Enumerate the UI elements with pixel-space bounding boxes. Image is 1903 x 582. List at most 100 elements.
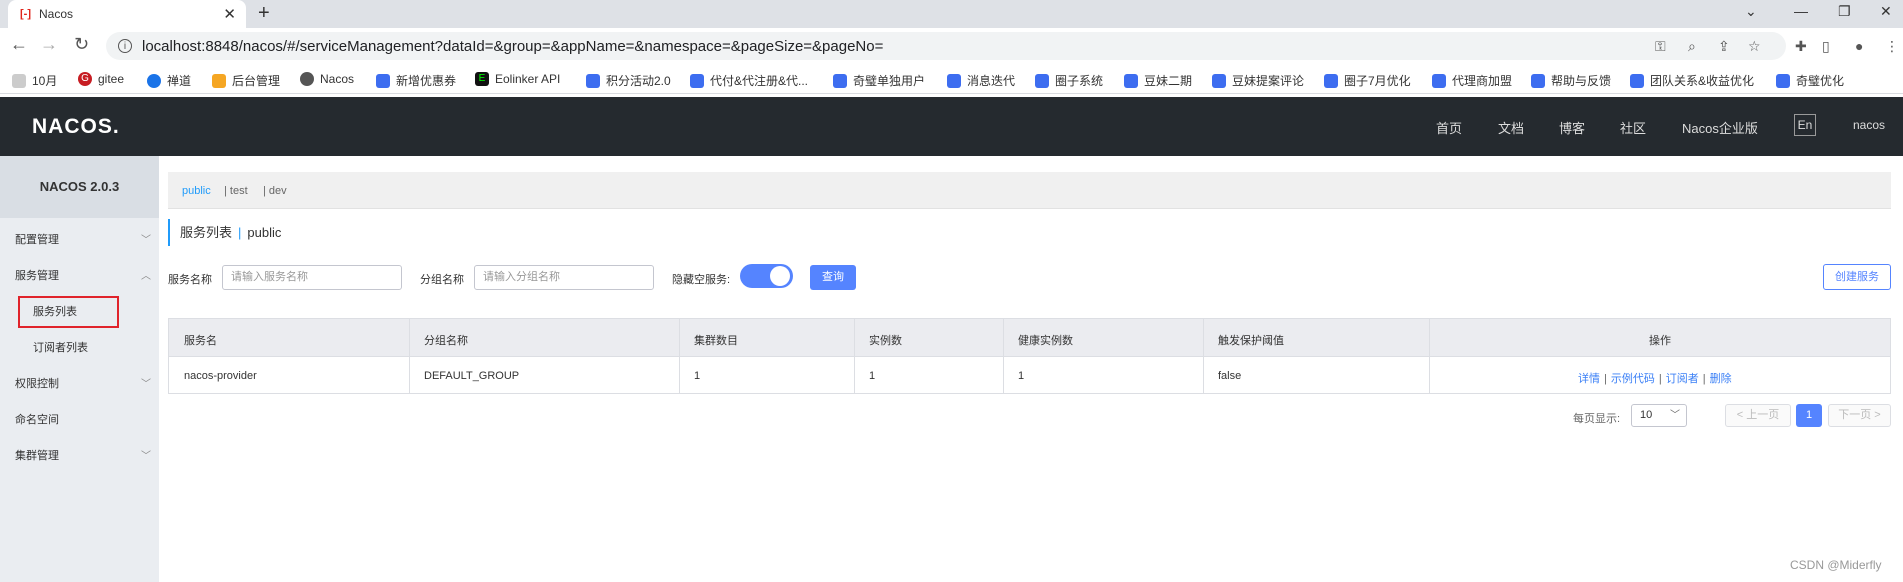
- zentao-icon: [147, 73, 161, 88]
- sidebar-item-namespace[interactable]: 命名空间: [15, 411, 59, 427]
- window-close-icon[interactable]: ✕: [1880, 3, 1892, 20]
- nav-home[interactable]: 首页: [1436, 118, 1462, 137]
- sample-code-link[interactable]: 示例代码: [1611, 373, 1655, 385]
- folder-icon: [12, 73, 26, 88]
- zoom-icon[interactable]: ⌕: [1688, 38, 1696, 55]
- restore-icon[interactable]: ❐: [1838, 3, 1851, 20]
- namespace-dev[interactable]: | dev: [263, 185, 287, 197]
- chevron-down-icon: ﹀: [141, 379, 151, 390]
- namespace-public[interactable]: public: [182, 185, 211, 197]
- profile-icon[interactable]: ●: [1855, 38, 1863, 54]
- bookmark-item[interactable]: 团队关系&收益优化: [1630, 72, 1754, 89]
- nacos-favicon-icon: [-]: [20, 8, 31, 20]
- bookmark-item[interactable]: 奇璧单独用户: [833, 72, 925, 89]
- nav-community[interactable]: 社区: [1620, 118, 1646, 137]
- globe-icon: [300, 72, 314, 86]
- page-1-button[interactable]: 1: [1796, 404, 1822, 427]
- sidebar-item-cluster[interactable]: 集群管理: [15, 447, 59, 463]
- group-name-input[interactable]: 请输入分组名称: [474, 265, 654, 290]
- col-cluster-count: 集群数目: [694, 335, 738, 347]
- bookmark-item[interactable]: 禅道: [147, 72, 191, 89]
- reload-icon[interactable]: ↻: [74, 34, 89, 55]
- address-bar[interactable]: i localhost:8848/nacos/#/serviceManageme…: [106, 32, 1786, 60]
- admin-icon: [212, 73, 226, 88]
- sidebar-item-service[interactable]: 服务管理: [15, 267, 59, 283]
- nav-blog[interactable]: 博客: [1559, 118, 1585, 137]
- back-icon[interactable]: ←: [10, 34, 28, 55]
- bookmark-item[interactable]: E Eolinker API: [475, 72, 560, 86]
- bookmark-item[interactable]: 帮助与反馈: [1531, 72, 1611, 89]
- page-icon: [1432, 73, 1446, 88]
- group-name-label: 分组名称: [420, 274, 464, 286]
- prev-page-button[interactable]: < 上一页: [1725, 404, 1791, 427]
- subscribers-link[interactable]: 订阅者: [1666, 373, 1699, 385]
- bookmarks-bar: 10月 Ggitee 禅道 后台管理 Nacos 新增优惠券 E Eolinker…: [0, 64, 1903, 94]
- col-group-name: 分组名称: [424, 335, 468, 347]
- side-panel-icon[interactable]: ▯: [1822, 38, 1830, 55]
- page-icon: [1324, 73, 1338, 88]
- bookmark-item[interactable]: 代付&代注册&代...: [690, 72, 808, 89]
- bookmark-item[interactable]: 新增优惠券: [376, 72, 456, 89]
- cell-service: nacos-provider: [184, 370, 257, 382]
- app-header: NACOS. 首页 文档 博客 社区 Nacos企业版 En nacos: [0, 97, 1903, 156]
- cell-clusters: 1: [694, 370, 701, 382]
- details-link[interactable]: 详情: [1578, 373, 1600, 385]
- bookmark-item[interactable]: 豆妹二期: [1124, 72, 1192, 89]
- nav-enterprise[interactable]: Nacos企业版: [1682, 118, 1758, 137]
- page-size-select[interactable]: 10 ﹀: [1631, 404, 1687, 427]
- hide-empty-toggle[interactable]: [740, 264, 793, 288]
- bookmark-item[interactable]: 后台管理: [212, 72, 280, 89]
- forward-icon[interactable]: →: [40, 34, 58, 55]
- new-tab-icon[interactable]: +: [258, 2, 270, 25]
- cell-protect: false: [1218, 370, 1242, 382]
- bookmark-item[interactable]: 圈子7月优化: [1324, 72, 1411, 89]
- bookmark-item[interactable]: 奇璧优化: [1776, 72, 1844, 89]
- page-icon: [690, 73, 704, 88]
- page-size-label: 每页显示:: [1573, 413, 1621, 425]
- sidebar-item-auth[interactable]: 权限控制: [15, 375, 59, 391]
- page-icon: [1630, 73, 1644, 88]
- tab-close-icon[interactable]: ✕: [223, 5, 236, 23]
- key-icon[interactable]: ⚿: [1655, 38, 1666, 55]
- create-service-button[interactable]: 创建服务: [1823, 264, 1891, 290]
- extensions-icon[interactable]: ✚: [1795, 38, 1807, 55]
- gitee-icon: G: [78, 72, 92, 86]
- sidebar-item-config[interactable]: 配置管理: [15, 231, 59, 247]
- bookmark-item[interactable]: 积分活动2.0: [586, 72, 671, 89]
- col-healthy-count: 健康实例数: [1018, 335, 1073, 347]
- namespace-test[interactable]: | test: [224, 185, 248, 197]
- bookmark-item[interactable]: 圈子系统: [1035, 72, 1103, 89]
- bookmark-item[interactable]: 10月: [12, 72, 57, 89]
- page-icon: [833, 73, 847, 88]
- chevron-down-icon: ﹀: [141, 235, 151, 246]
- bookmark-star-icon[interactable]: ☆: [1748, 38, 1761, 55]
- language-switch[interactable]: En: [1794, 114, 1816, 136]
- nacos-logo[interactable]: NACOS.: [32, 115, 120, 139]
- page-icon: [947, 73, 961, 88]
- user-name[interactable]: nacos: [1853, 118, 1885, 132]
- nav-docs[interactable]: 文档: [1498, 118, 1524, 137]
- query-button[interactable]: 查询: [810, 265, 856, 290]
- next-page-button[interactable]: 下一页 >: [1828, 404, 1891, 427]
- cell-instances: 1: [869, 370, 876, 382]
- menu-icon[interactable]: ⋮: [1885, 38, 1899, 55]
- bookmark-item[interactable]: Ggitee: [78, 72, 124, 86]
- minimize-icon[interactable]: —: [1794, 3, 1808, 19]
- delete-link[interactable]: 删除: [1710, 373, 1732, 385]
- bookmark-item[interactable]: Nacos: [300, 72, 354, 86]
- service-name-input[interactable]: 请输入服务名称: [222, 265, 402, 290]
- col-service-name: 服务名: [184, 335, 217, 347]
- bookmark-item[interactable]: 消息迭代: [947, 72, 1015, 89]
- col-instance-count: 实例数: [869, 335, 902, 347]
- site-info-icon[interactable]: i: [118, 39, 132, 53]
- tab-title: Nacos: [39, 7, 74, 21]
- sidebar-item-subscribers[interactable]: 订阅者列表: [33, 339, 88, 355]
- chevron-down-icon: ﹀: [141, 451, 151, 462]
- page-icon: [1776, 73, 1790, 88]
- bookmark-item[interactable]: 代理商加盟: [1432, 72, 1512, 89]
- url-text: localhost:8848/nacos/#/serviceManagement…: [142, 37, 884, 55]
- share-icon[interactable]: ⇪: [1718, 38, 1730, 55]
- bookmark-item[interactable]: 豆妹提案评论: [1212, 72, 1304, 89]
- browser-tab[interactable]: [-] Nacos ✕: [8, 0, 246, 28]
- tab-search-icon[interactable]: ⌄: [1745, 3, 1757, 20]
